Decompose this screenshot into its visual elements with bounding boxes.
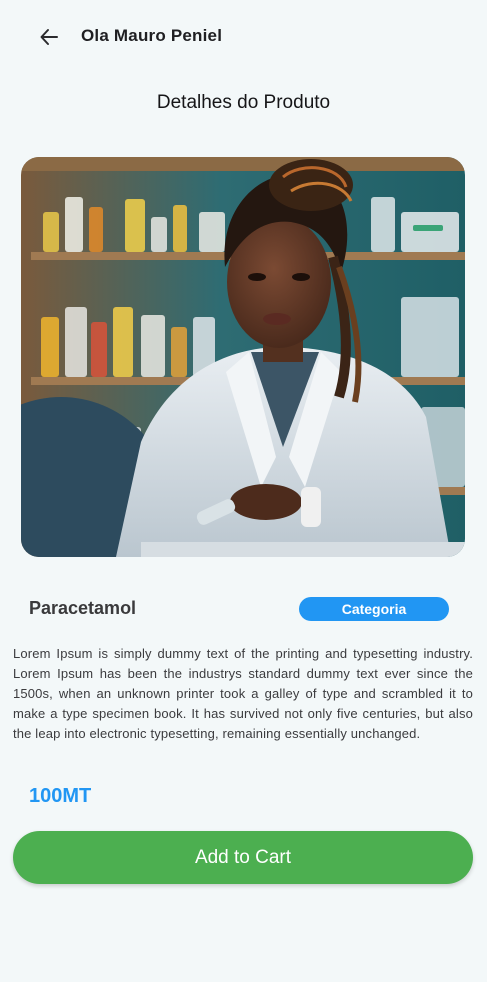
- category-badge[interactable]: Categoria: [299, 597, 449, 621]
- product-description: Lorem Ipsum is simply dummy text of the …: [13, 646, 473, 741]
- app-bar: Ola Mauro Peniel: [0, 0, 487, 72]
- product-image: [21, 157, 465, 557]
- arrow-left-icon: [40, 29, 58, 45]
- product-price: 100MT: [29, 785, 92, 807]
- back-button[interactable]: [36, 24, 62, 50]
- page-title: Detalhes do Produto: [156, 92, 331, 113]
- add-to-cart-button[interactable]: Add to Cart: [13, 831, 473, 884]
- product-name: Paracetamol: [29, 598, 137, 618]
- user-greeting: Ola Mauro Peniel: [81, 26, 223, 45]
